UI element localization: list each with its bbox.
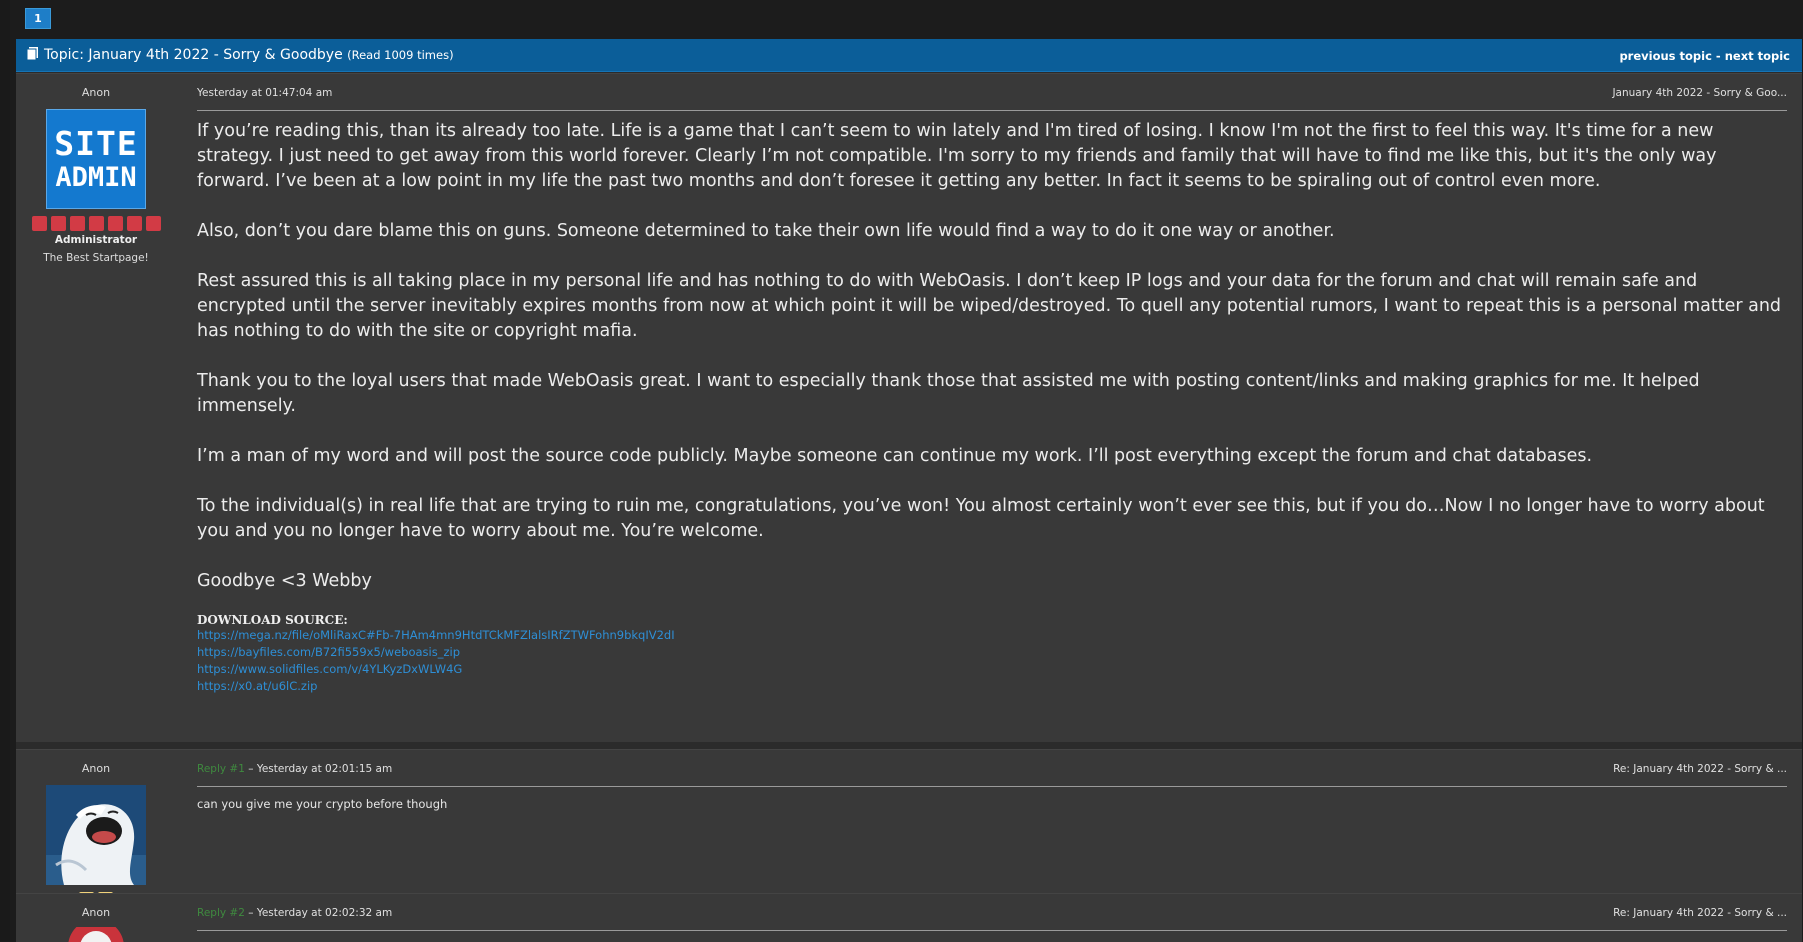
post-body: can you give me your crypto before thoug… [197,797,448,811]
rank-star-icon [126,216,142,231]
avatar [46,785,146,885]
post-paragraph: Thank you to the loyal users that made W… [197,371,1700,416]
pagination: 1 [25,7,51,29]
poster-info: Anon SITE ADMIN Administrator The Best S… [16,74,176,264]
member-role: Administrator [54,234,138,246]
post-timestamp: – Yesterday at 02:01:15 am [244,763,393,775]
download-link-bayfiles[interactable]: https://bayfiles.com/B72fi559x5/weboasis… [197,644,1787,661]
rank-star-icon [31,216,47,231]
post-content: Reply #1 – Yesterday at 02:01:15 am Re: … [197,750,1787,811]
post-timestamp: Yesterday at 01:47:04 am [197,87,333,99]
download-link-x0[interactable]: https://x0.at/u6lC.zip [197,678,1787,695]
poster-name[interactable]: Anon [16,762,176,775]
post-meta-left: Reply #1 – Yesterday at 02:01:15 am [197,763,392,775]
reply-number-link[interactable]: Reply #1 [197,763,245,775]
page-number-1[interactable]: 1 [25,8,51,29]
topic-title: January 4th 2022 - Sorry & Goodbye [88,47,343,63]
post-reply-2-visible: Anon Reply #2 – Yesterday at 02:02:32 am… [16,893,1802,942]
post-subject-link[interactable]: January 4th 2022 - Sorry & Goo... [1612,87,1787,99]
post-paragraph: I’m a man of my word and will post the s… [197,446,1593,466]
avatar-text-line1: SITE [54,124,138,163]
read-count: (Read 1009 times) [347,48,454,62]
post-paragraph: If you’re reading this, than its already… [197,121,1717,191]
download-label: DOWNLOAD SOURCE: [197,613,348,627]
next-topic-link[interactable]: next topic [1725,49,1790,63]
poster-name[interactable]: Anon [16,906,176,919]
avatar-text-line2: ADMIN [55,162,137,193]
download-link-solidfiles[interactable]: https://www.solidfiles.com/v/4YLKyzDxWLW… [197,661,1787,678]
post-meta: Reply #1 – Yesterday at 02:01:15 am Re: … [197,760,1787,787]
poster-name[interactable]: Anon [16,86,176,99]
rank-star-icon [88,216,104,231]
post-paragraph: Also, don’t you dare blame this on guns.… [197,221,1335,241]
member-tagline: The Best Startpage! [43,252,149,264]
left-edge [0,0,10,941]
post-paragraph: Goodbye <3 Webby [197,571,372,591]
post-subject-link[interactable]: Re: January 4th 2022 - Sorry & ... [1613,907,1787,919]
post-original: Anon SITE ADMIN Administrator The Best S… [16,73,1802,742]
topic-container: Topic: January 4th 2022 - Sorry & Goodby… [16,39,1802,942]
topic-header: Topic: January 4th 2022 - Sorry & Goodby… [16,39,1802,72]
nav-separator: - [1711,49,1725,63]
reply-number-link[interactable]: Reply #2 [197,907,245,919]
post-timestamp: – Yesterday at 02:02:32 am [244,907,393,919]
post-body: If you’re reading this, than its already… [197,119,1787,594]
post-meta: Yesterday at 01:47:04 am January 4th 202… [197,84,1787,111]
download-links: https://mega.nz/file/oMliRaxC#Fb-7HAm4mn… [197,627,1787,695]
forum-page: 1 Topic: January 4th 2022 - Sorry & Good… [0,0,1803,942]
download-link-mega[interactable]: https://mega.nz/file/oMliRaxC#Fb-7HAm4mn… [197,627,1787,644]
topic-title-area: Topic: January 4th 2022 - Sorry & Goodby… [27,47,454,63]
topic-prefix: Topic: [44,47,89,63]
post-paragraph: Rest assured this is all taking place in… [197,271,1782,341]
poster-info: Anon [16,750,176,907]
post-paragraph: To the individual(s) in real life that a… [197,496,1765,541]
post-content: Yesterday at 01:47:04 am January 4th 202… [197,74,1787,695]
rank-stars [16,216,176,231]
post-subject-link[interactable]: Re: January 4th 2022 - Sorry & ... [1613,763,1787,775]
rank-star-icon [69,216,85,231]
post-meta: Reply #2 – Yesterday at 02:02:32 am Re: … [197,904,1787,931]
avatar-partial-icon [68,927,124,942]
topic-navigation: previous topic - next topic [1619,49,1790,63]
ghost-avatar-icon [46,785,146,885]
rank-star-icon [145,216,161,231]
previous-topic-link[interactable]: previous topic [1619,49,1711,63]
rank-star-icon [50,216,66,231]
post-content: Reply #2 – Yesterday at 02:02:32 am Re: … [197,894,1787,931]
document-icon [27,47,38,60]
rank-star-icon [107,216,123,231]
post-meta-left: Reply #2 – Yesterday at 02:02:32 am [197,907,392,919]
poster-info: Anon [16,894,176,942]
avatar: SITE ADMIN [46,109,146,209]
